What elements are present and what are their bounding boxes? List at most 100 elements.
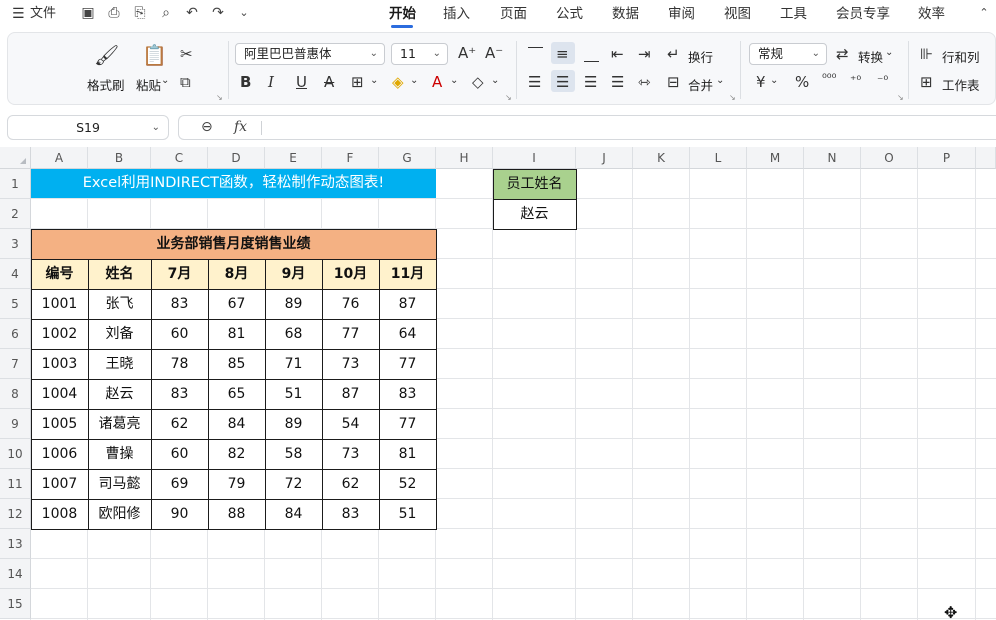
underline-icon[interactable]: U (296, 73, 307, 91)
tab-page[interactable]: 页面 (500, 4, 527, 24)
column-header-o[interactable]: O (861, 147, 918, 169)
format-painter-label[interactable]: 格式刷 (87, 75, 125, 94)
function-icon[interactable]: fx (234, 119, 247, 135)
align-middle-icon[interactable]: ≡ (556, 45, 569, 63)
format-painter-icon[interactable]: 🖌 (94, 43, 119, 67)
fill-color-icon[interactable]: ◈ (392, 73, 404, 91)
bold-icon[interactable]: B (240, 73, 251, 91)
column-header-f[interactable]: F (322, 147, 379, 169)
number-format-select[interactable]: 常规 ⌄ (749, 43, 827, 65)
wrap-text-label[interactable]: 换行 (688, 47, 713, 66)
undo-icon[interactable]: ↶ (184, 5, 200, 21)
increase-font-icon[interactable]: A⁺ (458, 44, 476, 62)
column-header-g[interactable]: G (379, 147, 436, 169)
print-preview-icon[interactable]: ⌕ (158, 5, 174, 21)
row-header-2[interactable]: 2 (0, 199, 31, 229)
paste-icon[interactable]: 📋 (142, 43, 167, 67)
chevron-down-icon[interactable]: ⌄ (410, 75, 418, 86)
worksheet-icon[interactable]: ⊞ (920, 73, 933, 91)
row-header-7[interactable]: 7 (0, 349, 31, 379)
row-col-label[interactable]: 行和列 (942, 47, 980, 66)
name-box[interactable]: S19 ⌄ (7, 115, 169, 140)
print-icon[interactable]: ⎘ (132, 5, 148, 21)
column-header-n[interactable]: N (804, 147, 861, 169)
redo-icon[interactable]: ↷ (210, 5, 226, 21)
decrease-indent-icon[interactable]: ⇤ (611, 45, 624, 63)
tab-tools[interactable]: 工具 (780, 4, 807, 24)
clear-format-icon[interactable]: ◇ (472, 73, 484, 91)
tab-home[interactable]: 开始 (389, 4, 416, 24)
column-header-p[interactable]: P (918, 147, 976, 169)
alignment-group-launcher-icon[interactable]: ↘ (729, 93, 736, 102)
paste-label[interactable]: 粘贴 (136, 75, 161, 94)
merge-label[interactable]: 合并 (688, 75, 713, 94)
decrease-font-icon[interactable]: A⁻ (485, 44, 503, 62)
tab-view[interactable]: 视图 (724, 4, 751, 24)
cut-icon[interactable]: ✂ (180, 45, 193, 63)
export-icon[interactable]: ⎙ (106, 5, 122, 21)
column-header-a[interactable]: A (31, 147, 88, 169)
thousands-separator-icon[interactable]: ⁰⁰⁰ (822, 71, 836, 85)
save-icon[interactable]: ▣ (80, 5, 96, 21)
chevron-down-icon[interactable]: ⌄ (450, 75, 458, 86)
convert-icon[interactable]: ⇄ (836, 45, 849, 63)
row-col-icon[interactable]: ⊪ (920, 45, 933, 63)
column-header-b[interactable]: B (88, 147, 151, 169)
chevron-down-icon[interactable]: ⌄ (770, 75, 778, 86)
tab-data[interactable]: 数据 (612, 4, 639, 24)
tab-review[interactable]: 审阅 (668, 4, 695, 24)
font-name-select[interactable]: 阿里巴巴普惠体 ⌄ (235, 43, 385, 65)
justify-icon[interactable]: ☰ (611, 73, 624, 91)
row-header-6[interactable]: 6 (0, 319, 31, 349)
row-header-12[interactable]: 12 (0, 499, 31, 529)
align-center-icon[interactable]: ☰ (556, 73, 569, 91)
align-right-icon[interactable]: ☰ (584, 73, 597, 91)
percent-icon[interactable]: % (795, 73, 809, 91)
chevron-down-icon[interactable]: ⌄ (370, 75, 378, 86)
row-header-8[interactable]: 8 (0, 379, 31, 409)
wrap-text-icon[interactable]: ↵ (667, 45, 680, 63)
paste-dropdown-icon[interactable]: ⌄ (161, 75, 169, 86)
align-top-icon[interactable]: ⎺ (528, 45, 543, 63)
chevron-down-icon[interactable]: ⌄ (491, 75, 499, 86)
row-header-14[interactable]: 14 (0, 559, 31, 589)
banner-cell[interactable]: Excel利用INDIRECT函数，轻松制作动态图表! (31, 169, 436, 198)
copy-icon[interactable]: ⧉ (180, 73, 191, 91)
number-group-launcher-icon[interactable]: ↘ (897, 93, 904, 102)
strikethrough-icon[interactable]: A (324, 73, 334, 91)
distributed-icon[interactable]: ⇿ (638, 73, 651, 91)
clipboard-group-launcher-icon[interactable]: ↘ (216, 93, 223, 102)
collapse-ribbon-icon[interactable]: ⌃ (976, 5, 992, 21)
row-header-3[interactable]: 3 (0, 229, 31, 259)
increase-decimal-icon[interactable]: ⁺⁰ (850, 73, 861, 87)
decrease-decimal-icon[interactable]: ⁻⁰ (877, 73, 888, 87)
column-header-l[interactable]: L (690, 147, 747, 169)
tab-efficiency[interactable]: 效率 (918, 4, 945, 24)
chevron-down-icon[interactable]: ⌄ (716, 75, 724, 86)
row-header-1[interactable]: 1 (0, 169, 31, 199)
merge-cells-icon[interactable]: ⊟ (667, 73, 680, 91)
row-header-4[interactable]: 4 (0, 259, 31, 289)
row-header-10[interactable]: 10 (0, 439, 31, 469)
column-header-k[interactable]: K (633, 147, 690, 169)
tab-insert[interactable]: 插入 (443, 4, 470, 24)
zoom-search-icon[interactable]: ⊖ (201, 119, 213, 135)
tab-formula[interactable]: 公式 (556, 4, 583, 24)
chevron-down-icon[interactable]: ⌄ (885, 47, 893, 58)
font-color-icon[interactable]: A (432, 73, 442, 91)
italic-icon[interactable]: I (268, 73, 274, 91)
align-bottom-icon[interactable]: ⎽ (584, 45, 599, 63)
column-header-i[interactable]: I (493, 147, 576, 169)
row-header-9[interactable]: 9 (0, 409, 31, 439)
column-header-d[interactable]: D (208, 147, 265, 169)
more-dropdown-icon[interactable]: ⌄ (236, 5, 252, 21)
select-all-corner[interactable] (0, 147, 31, 169)
column-header-m[interactable]: M (747, 147, 804, 169)
row-header-15[interactable]: 15 (0, 589, 31, 619)
row-header-13[interactable]: 13 (0, 529, 31, 559)
hamburger-menu-icon[interactable]: ☰ (12, 4, 25, 24)
align-left-icon[interactable]: ☰ (528, 73, 541, 91)
column-header-c[interactable]: C (151, 147, 208, 169)
tab-member[interactable]: 会员专享 (836, 4, 890, 24)
font-group-launcher-icon[interactable]: ↘ (505, 93, 512, 102)
